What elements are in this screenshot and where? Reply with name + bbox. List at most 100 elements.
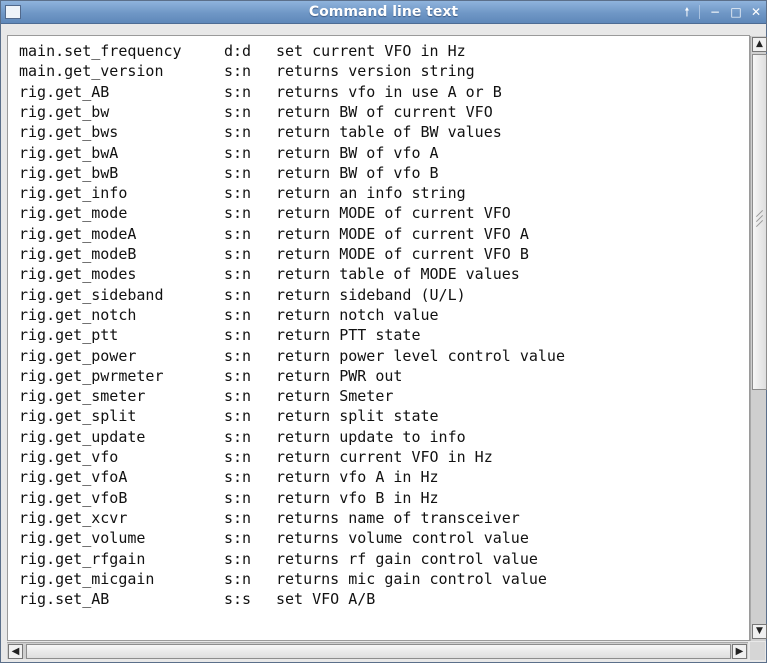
command-signature: s:n xyxy=(224,427,252,446)
command-name: rig.get_mode xyxy=(19,204,128,223)
command-signature: s:n xyxy=(224,326,252,345)
command-signature: s:n xyxy=(224,407,252,426)
command-signature: s:n xyxy=(224,508,252,527)
command-name: rig.get_bwA xyxy=(19,143,119,162)
scroll-left-arrow-icon[interactable]: ◀ xyxy=(8,644,23,659)
command-name: rig.get_vfo xyxy=(19,448,119,466)
command-signature: s:s xyxy=(224,590,252,609)
command-signature: s:n xyxy=(224,62,252,81)
command-description: return MODE of current VFO xyxy=(276,204,511,223)
command-description: return table of BW values xyxy=(276,123,502,142)
command-description: return MODE of current VFO A xyxy=(276,224,529,243)
command-name: rig.get_modeA xyxy=(19,224,137,243)
command-description: return update to info xyxy=(276,427,466,446)
command-signature: s:n xyxy=(224,549,252,568)
command-signature: s:n xyxy=(224,468,252,487)
command-name: rig.get_power xyxy=(19,346,137,365)
command-description: return current VFO in Hz xyxy=(276,448,493,466)
command-description: returns rf gain control value xyxy=(276,549,538,568)
command-signature: d:d xyxy=(224,42,252,60)
title-bar[interactable]: Command line text 🠕 − □ ✕ xyxy=(1,1,766,24)
command-name: rig.get_modes xyxy=(19,265,137,284)
command-name: rig.get_ptt xyxy=(19,326,119,345)
command-name: rig.get_rfgain xyxy=(19,549,146,568)
command-description: return an info string xyxy=(276,184,466,203)
command-signature: s:n xyxy=(224,184,252,203)
scrollbar-corner xyxy=(750,642,765,660)
command-description: return notch value xyxy=(276,305,439,324)
command-description: returns name of transceiver xyxy=(276,508,520,527)
command-description: return PWR out xyxy=(276,366,403,385)
command-name: rig.get_vfoA xyxy=(19,468,128,487)
command-description: returns volume control value xyxy=(276,529,529,548)
command-name: rig.get_xcvr xyxy=(19,508,128,527)
command-description: return BW of vfo B xyxy=(276,163,439,182)
scroll-down-arrow-icon[interactable]: ▼ xyxy=(752,624,767,639)
scroll-right-arrow-icon[interactable]: ▶ xyxy=(732,644,747,659)
command-name: rig.get_split xyxy=(19,407,137,426)
command-name: rig.get_pwrmeter xyxy=(19,366,164,385)
command-description: return vfo A in Hz xyxy=(276,468,439,487)
command-signature: s:n xyxy=(224,529,252,548)
command-description: set VFO A/B xyxy=(276,590,376,609)
command-name: rig.get_sideband xyxy=(19,285,164,304)
command-signature: s:n xyxy=(224,123,252,142)
command-description: return split state xyxy=(276,407,439,426)
command-description: returns version string xyxy=(276,62,475,81)
command-name: rig.get_smeter xyxy=(19,387,146,406)
command-name: rig.get_bw xyxy=(19,102,110,121)
command-description: return table of MODE values xyxy=(276,265,520,284)
command-name: rig.get_modeB xyxy=(19,245,137,263)
command-signature: s:n xyxy=(224,305,252,324)
window-title: Command line text xyxy=(308,4,459,20)
command-signature: s:n xyxy=(224,346,252,365)
horizontal-scrollbar[interactable]: ◀ ▶ xyxy=(7,642,748,659)
command-text-area[interactable]: main.set_frequency d:d set current VFO in … xyxy=(7,35,750,641)
command-signature: s:n xyxy=(224,204,252,223)
command-name: rig.get_info xyxy=(19,184,128,203)
command-description: return Smeter xyxy=(276,387,394,406)
command-name: rig.get_micgain xyxy=(19,569,155,588)
command-name: main.get_version xyxy=(19,62,164,81)
command-signature: s:n xyxy=(224,163,252,182)
command-name: rig.get_notch xyxy=(19,305,137,324)
command-signature: s:n xyxy=(224,143,252,162)
maximize-button[interactable]: □ xyxy=(728,4,744,20)
command-signature: s:n xyxy=(224,285,252,304)
command-signature: s:n xyxy=(224,265,252,284)
minimize-button[interactable]: − xyxy=(707,4,723,20)
command-signature: s:n xyxy=(224,569,252,588)
command-description: return BW of vfo A xyxy=(276,143,439,162)
command-name: rig.get_bws xyxy=(19,123,119,142)
command-description: return power level control value xyxy=(276,346,565,365)
command-description: return MODE of current VFO B xyxy=(276,245,529,263)
command-description: set current VFO in Hz xyxy=(276,42,466,60)
command-description: return vfo B in Hz xyxy=(276,488,439,507)
command-description: return sideband (U/L) xyxy=(276,285,466,304)
command-description: returns vfo in use A or B xyxy=(276,82,502,101)
command-signature: s:n xyxy=(224,245,252,263)
command-name: rig.get_volume xyxy=(19,529,146,548)
command-signature: s:n xyxy=(224,366,252,385)
app-window: Command line text 🠕 − □ ✕ main.set_frequ… xyxy=(0,0,767,663)
command-name: rig.get_AB xyxy=(19,82,110,101)
command-name: main.set_frequency xyxy=(19,42,182,60)
command-name: rig.get_vfoB xyxy=(19,488,128,507)
command-description: return BW of current VFO xyxy=(276,102,493,121)
vertical-scroll-thumb[interactable] xyxy=(752,54,767,390)
horizontal-scroll-thumb[interactable] xyxy=(26,644,731,659)
scroll-up-arrow-icon[interactable]: ▲ xyxy=(752,37,767,52)
command-description: return PTT state xyxy=(276,326,421,345)
command-name: rig.set_AB xyxy=(19,590,110,609)
command-description: returns mic gain control value xyxy=(276,569,547,588)
vertical-scrollbar[interactable]: ▲ ▼ xyxy=(750,36,767,641)
command-signature: s:n xyxy=(224,448,252,466)
pin-icon[interactable]: 🠕 xyxy=(679,4,695,20)
titlebar-separator xyxy=(699,5,700,19)
command-name: rig.get_update xyxy=(19,427,146,446)
command-name: rig.get_bwB xyxy=(19,163,119,182)
command-signature: s:n xyxy=(224,488,252,507)
close-button[interactable]: ✕ xyxy=(748,4,764,20)
command-signature: s:n xyxy=(224,102,252,121)
command-signature: s:n xyxy=(224,82,252,101)
